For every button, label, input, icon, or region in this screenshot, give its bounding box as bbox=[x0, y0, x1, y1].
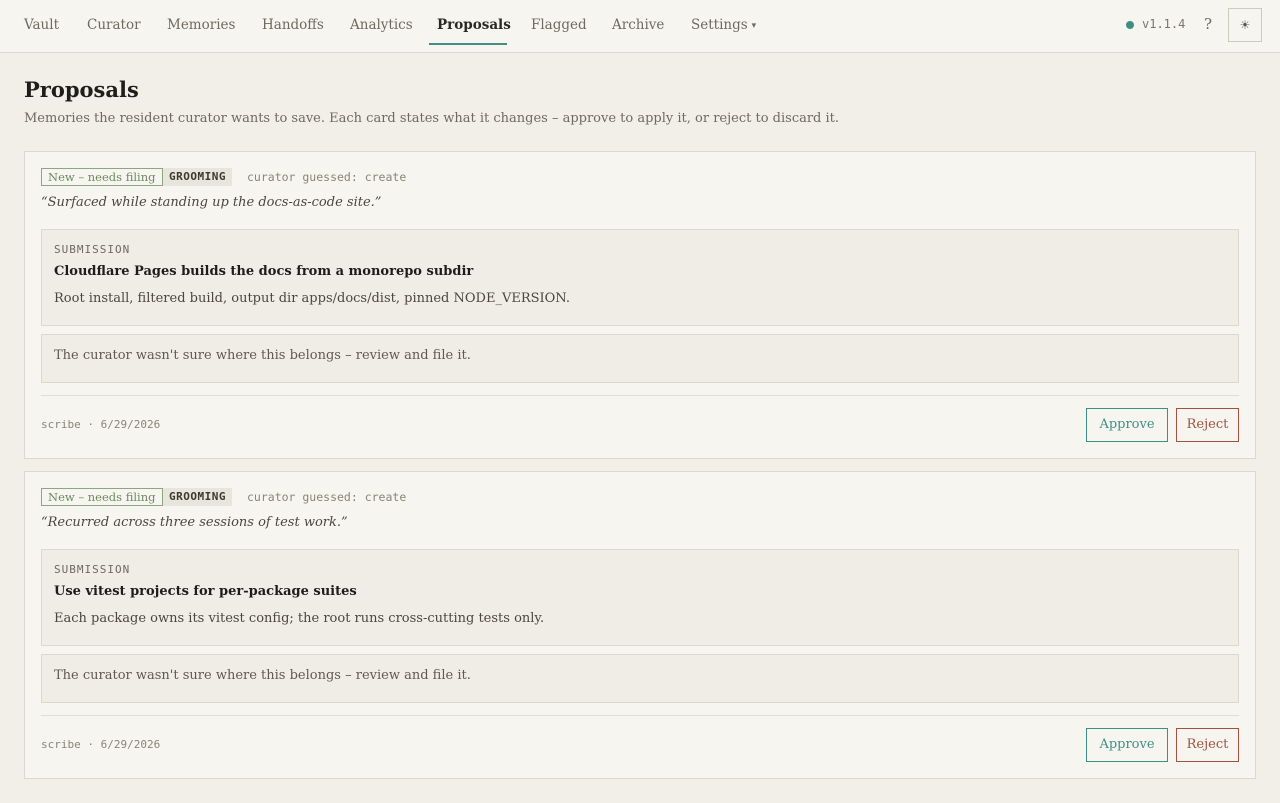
group-badge: GROOMING bbox=[163, 488, 232, 506]
version-label: v1.1.4 bbox=[1142, 17, 1186, 31]
approve-button[interactable]: Approve bbox=[1086, 408, 1168, 442]
nav-tab-proposals[interactable]: Proposals bbox=[437, 0, 511, 45]
approve-button[interactable]: Approve bbox=[1086, 728, 1168, 762]
nav-tab-handoffs[interactable]: Handoffs bbox=[262, 0, 324, 45]
status-badge: New – needs filing bbox=[41, 488, 163, 506]
curator-note: The curator wasn't sure where this belon… bbox=[41, 654, 1239, 703]
proposal-card: New – needs filing GROOMING curator gues… bbox=[24, 151, 1256, 459]
submission-box: SUBMISSION Cloudflare Pages builds the d… bbox=[41, 229, 1239, 326]
curator-guess: curator guessed: create bbox=[247, 490, 407, 504]
reject-button[interactable]: Reject bbox=[1176, 728, 1239, 762]
nav-tab-memories[interactable]: Memories bbox=[167, 0, 235, 45]
divider bbox=[41, 715, 1239, 716]
proposal-reason: “Surfaced while standing up the docs-as-… bbox=[41, 195, 382, 210]
group-badge: GROOMING bbox=[163, 168, 232, 186]
page-subtitle: Memories the resident curator wants to s… bbox=[24, 111, 840, 126]
nav-tab-settings[interactable]: Settings ▾ bbox=[691, 0, 756, 45]
submission-label: SUBMISSION bbox=[54, 563, 131, 576]
top-navigation: Vault Curator Memories Handoffs Analytic… bbox=[0, 0, 1280, 53]
nav-tab-curator[interactable]: Curator bbox=[87, 0, 141, 45]
reject-button[interactable]: Reject bbox=[1176, 408, 1239, 442]
chevron-down-icon: ▾ bbox=[751, 21, 757, 31]
divider bbox=[41, 395, 1239, 396]
status-dot-icon bbox=[1126, 21, 1134, 29]
submission-title: Use vitest projects for per-package suit… bbox=[54, 584, 357, 599]
nav-tab-analytics[interactable]: Analytics bbox=[350, 0, 413, 45]
submission-box: SUBMISSION Use vitest projects for per-p… bbox=[41, 549, 1239, 646]
help-icon[interactable]: ? bbox=[1204, 15, 1212, 33]
proposal-meta: scribe · 6/29/2026 bbox=[41, 738, 161, 751]
sun-icon: ☀ bbox=[1239, 18, 1251, 32]
nav-tab-flagged[interactable]: Flagged bbox=[531, 0, 587, 45]
nav-tab-settings-label: Settings bbox=[691, 17, 748, 33]
proposal-card: New – needs filing GROOMING curator gues… bbox=[24, 471, 1256, 779]
theme-toggle-button[interactable]: ☀ bbox=[1228, 8, 1262, 42]
submission-title: Cloudflare Pages builds the docs from a … bbox=[54, 264, 474, 279]
submission-body: Root install, filtered build, output dir… bbox=[54, 291, 570, 306]
nav-tab-vault[interactable]: Vault bbox=[24, 0, 59, 45]
curator-note: The curator wasn't sure where this belon… bbox=[41, 334, 1239, 383]
submission-label: SUBMISSION bbox=[54, 243, 131, 256]
submission-body: Each package owns its vitest config; the… bbox=[54, 611, 545, 626]
curator-guess: curator guessed: create bbox=[247, 170, 407, 184]
proposal-meta: scribe · 6/29/2026 bbox=[41, 418, 161, 431]
nav-tab-archive[interactable]: Archive bbox=[612, 0, 664, 45]
proposal-reason: “Recurred across three sessions of test … bbox=[41, 515, 348, 530]
active-tab-indicator bbox=[429, 43, 507, 45]
page-title: Proposals bbox=[24, 77, 139, 102]
status-badge: New – needs filing bbox=[41, 168, 163, 186]
